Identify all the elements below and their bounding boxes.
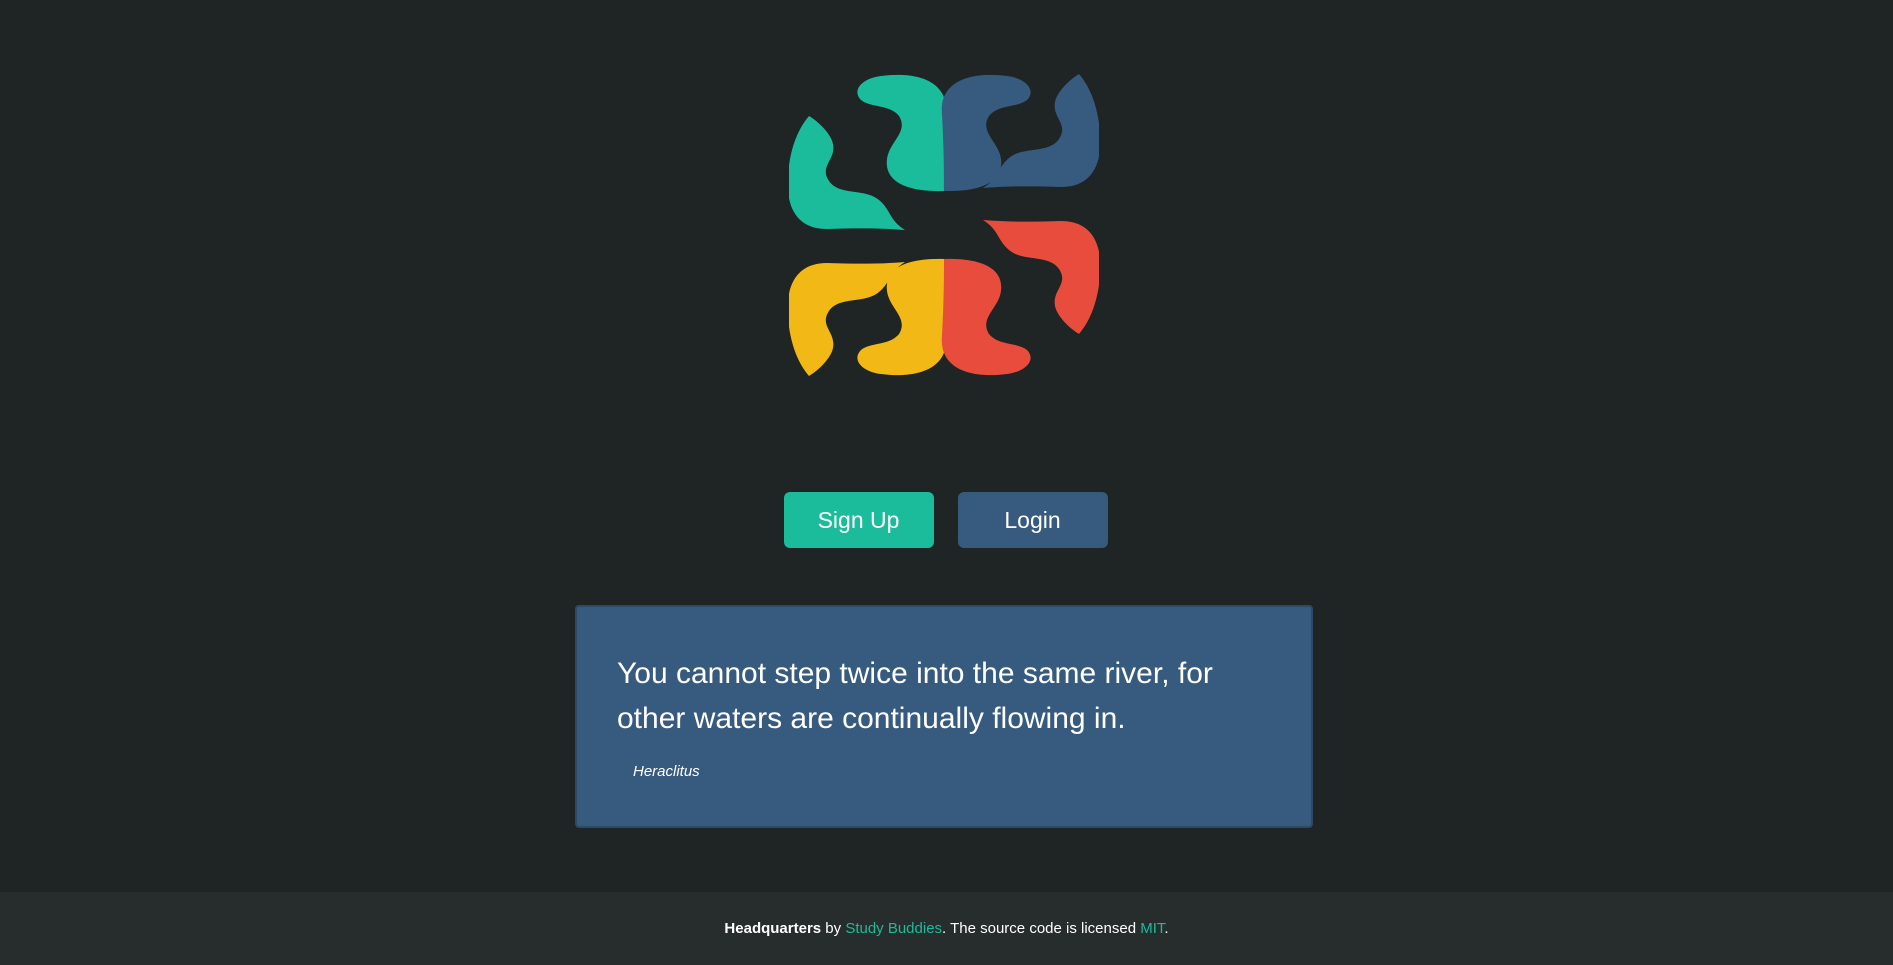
footer: Headquarters by Study Buddies. The sourc… (0, 892, 1893, 965)
quote-card: You cannot step twice into the same rive… (575, 605, 1313, 828)
logo-yellow-quadrant (789, 258, 947, 376)
footer-license-text: . The source code is licensed (942, 920, 1141, 937)
sign-up-button[interactable]: Sign Up (783, 492, 934, 548)
auth-buttons: Sign Up Login (0, 492, 1893, 548)
footer-text: Headquarters by Study Buddies. The sourc… (724, 920, 1168, 937)
footer-end-text: . (1164, 920, 1169, 937)
footer-app-name: Headquarters (724, 920, 822, 937)
logo-red-quadrant (941, 220, 1099, 376)
quote-text: You cannot step twice into the same rive… (617, 657, 1213, 735)
mit-license-link[interactable]: MIT (1140, 920, 1164, 937)
page: Sign Up Login You cannot step twice into… (0, 0, 1893, 965)
logo (789, 70, 1099, 380)
logo-teal-quadrant (789, 74, 947, 230)
quote-author: Heraclitus (633, 763, 700, 780)
logo-blue-quadrant (941, 74, 1099, 192)
study-buddies-link[interactable]: Study Buddies (845, 920, 942, 937)
login-button[interactable]: Login (957, 492, 1108, 548)
pinwheel-logo-icon (789, 74, 1099, 376)
footer-by-text: by (821, 920, 846, 937)
